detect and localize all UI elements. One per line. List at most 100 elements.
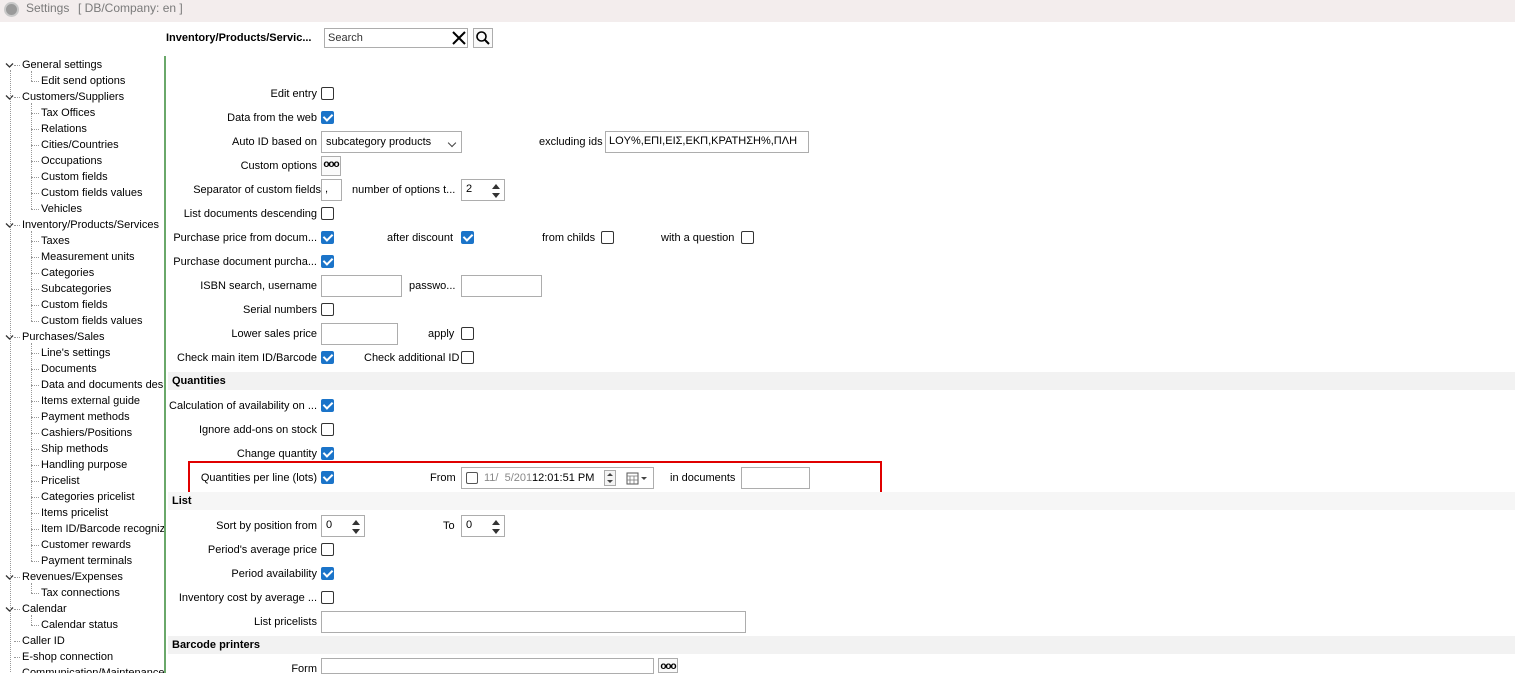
tree-leaf[interactable]: Handling purpose xyxy=(41,457,127,473)
qty-per-line-checkbox[interactable] xyxy=(321,471,334,484)
tree-node[interactable]: Caller ID xyxy=(22,633,65,649)
tree-leaf[interactable]: Payment methods xyxy=(41,409,130,425)
tree-connector xyxy=(31,593,39,594)
settings-tree[interactable]: General settings Edit send options Custome… xyxy=(0,56,166,673)
data-from-web-checkbox[interactable] xyxy=(321,111,334,124)
form-input[interactable] xyxy=(321,658,654,674)
from-enable-checkbox[interactable] xyxy=(466,472,478,484)
edit-entry-checkbox[interactable] xyxy=(321,87,334,100)
tree-leaf[interactable]: Payment terminals xyxy=(41,553,132,569)
tree-leaf[interactable]: Custom fields values xyxy=(41,313,143,329)
isbn-username-input[interactable] xyxy=(321,275,402,297)
search-input[interactable] xyxy=(324,28,468,48)
tree-connector xyxy=(31,513,39,514)
to-spinner[interactable]: 0 xyxy=(461,515,505,537)
tree-leaf[interactable]: Edit send options xyxy=(41,73,125,89)
tree-node[interactable]: Purchases/Sales xyxy=(22,329,105,345)
ignore-addons-checkbox[interactable] xyxy=(321,423,334,436)
apply-checkbox[interactable] xyxy=(461,327,474,340)
tree-connector xyxy=(31,545,39,546)
tree-connector xyxy=(31,145,39,146)
tree-leaf[interactable]: Taxes xyxy=(41,233,70,249)
tree-node[interactable]: Communication/Maintenance xyxy=(22,665,164,673)
spin-down-icon[interactable] xyxy=(351,527,361,536)
spin-up-icon[interactable] xyxy=(351,518,361,527)
clear-search-icon[interactable] xyxy=(450,29,468,47)
tree-leaf[interactable]: Custom fields xyxy=(41,297,108,313)
auto-id-dropdown[interactable]: subcategory products xyxy=(321,131,462,153)
tree-node[interactable]: Calendar xyxy=(22,601,67,617)
num-options-spinner[interactable]: 2 xyxy=(461,179,505,201)
calendar-icon[interactable] xyxy=(626,472,648,485)
tree-leaf[interactable]: Relations xyxy=(41,121,87,137)
spin-down-icon[interactable] xyxy=(491,191,501,200)
with-question-label: with a question xyxy=(661,232,735,244)
tree-leaf[interactable]: Pricelist xyxy=(41,473,80,489)
tree-leaf[interactable]: Cities/Countries xyxy=(41,137,119,153)
tree-node[interactable]: Revenues/Expenses xyxy=(22,569,123,585)
inv-cost-checkbox[interactable] xyxy=(321,591,334,604)
lower-sales-input[interactable] xyxy=(321,323,398,345)
tree-leaf[interactable]: Calendar status xyxy=(41,617,118,633)
tree-leaf[interactable]: Cashiers/Positions xyxy=(41,425,132,441)
with-question-checkbox[interactable] xyxy=(741,231,754,244)
in-documents-input[interactable] xyxy=(741,467,810,489)
spin-up-icon[interactable] xyxy=(491,518,501,527)
tree-node[interactable]: Inventory/Products/Services xyxy=(22,217,159,233)
change-quantity-checkbox[interactable] xyxy=(321,447,334,460)
purchase-doc-checkbox[interactable] xyxy=(321,255,334,268)
tree-leaf[interactable]: Custom fields xyxy=(41,169,108,185)
tree-leaf[interactable]: Tax Offices xyxy=(41,105,95,121)
spin-down-icon[interactable] xyxy=(491,527,501,536)
purchase-price-checkbox[interactable] xyxy=(321,231,334,244)
tree-item-label: Calendar status xyxy=(41,619,119,631)
tree-leaf[interactable]: Items pricelist xyxy=(41,505,108,521)
tree-leaf[interactable]: Ship methods xyxy=(41,441,108,457)
tree-item-label: Cashiers/Positions xyxy=(41,427,133,439)
tree-node[interactable]: E-shop connection xyxy=(22,649,113,665)
password-input[interactable] xyxy=(461,275,542,297)
spin-up-icon[interactable] xyxy=(491,182,501,191)
tree-connector xyxy=(31,449,39,450)
custom-options-button[interactable]: ooo xyxy=(321,156,341,176)
tree-leaf[interactable]: Custom fields values xyxy=(41,185,143,201)
sort-from-spinner[interactable]: 0 xyxy=(321,515,365,537)
check-main-id-checkbox[interactable] xyxy=(321,351,334,364)
tree-leaf[interactable]: Subcategories xyxy=(41,281,111,297)
excluding-ids-label: excluding ids xyxy=(539,136,603,148)
tree-connector xyxy=(14,65,20,66)
tree-leaf[interactable]: Documents xyxy=(41,361,97,377)
tree-leaf[interactable]: Measurement units xyxy=(41,249,135,265)
expand-chevron-icon[interactable] xyxy=(5,61,14,70)
from-datetime-picker[interactable]: 11/ 5/201 12:01:51 PM xyxy=(461,467,654,489)
tree-node[interactable]: General settings xyxy=(22,57,102,73)
tree-leaf[interactable]: Item ID/Barcode recognize xyxy=(41,521,164,537)
tree-leaf[interactable]: Data and documents desi xyxy=(41,377,164,393)
num-options-label: number of options t... xyxy=(352,184,456,196)
search-button[interactable] xyxy=(473,28,493,48)
excluding-ids-input[interactable]: LOY%,ΕΠΙ,ΕΙΣ,ΕΚΠ,ΚΡΑΤΗΣΗ%,ΠΛΗ xyxy=(605,131,809,153)
time-spin-icon[interactable] xyxy=(604,470,616,486)
tree-leaf[interactable]: Occupations xyxy=(41,153,102,169)
after-discount-checkbox[interactable] xyxy=(461,231,474,244)
tree-node[interactable]: Customers/Suppliers xyxy=(22,89,124,105)
tree-leaf[interactable]: Categories xyxy=(41,265,94,281)
tree-leaf[interactable]: Vehicles xyxy=(41,201,82,217)
period-avg-checkbox[interactable] xyxy=(321,543,334,556)
form-browse-button[interactable]: ooo xyxy=(658,658,678,673)
list-docs-desc-checkbox[interactable] xyxy=(321,207,334,220)
tree-connector xyxy=(31,231,32,321)
tree-leaf[interactable]: Line's settings xyxy=(41,345,110,361)
tree-leaf[interactable]: Customer rewards xyxy=(41,537,131,553)
list-pricelists-input[interactable] xyxy=(321,611,746,633)
tree-leaf[interactable]: Categories pricelist xyxy=(41,489,135,505)
tree-leaf[interactable]: Tax connections xyxy=(41,585,120,601)
check-additional-id-checkbox[interactable] xyxy=(461,351,474,364)
serial-numbers-checkbox[interactable] xyxy=(321,303,334,316)
from-childs-checkbox[interactable] xyxy=(601,231,614,244)
calc-availability-checkbox[interactable] xyxy=(321,399,334,412)
period-avail-checkbox[interactable] xyxy=(321,567,334,580)
lower-sales-label: Lower sales price xyxy=(231,328,317,340)
separator-input[interactable]: , xyxy=(321,179,342,201)
tree-leaf[interactable]: Items external guide xyxy=(41,393,140,409)
